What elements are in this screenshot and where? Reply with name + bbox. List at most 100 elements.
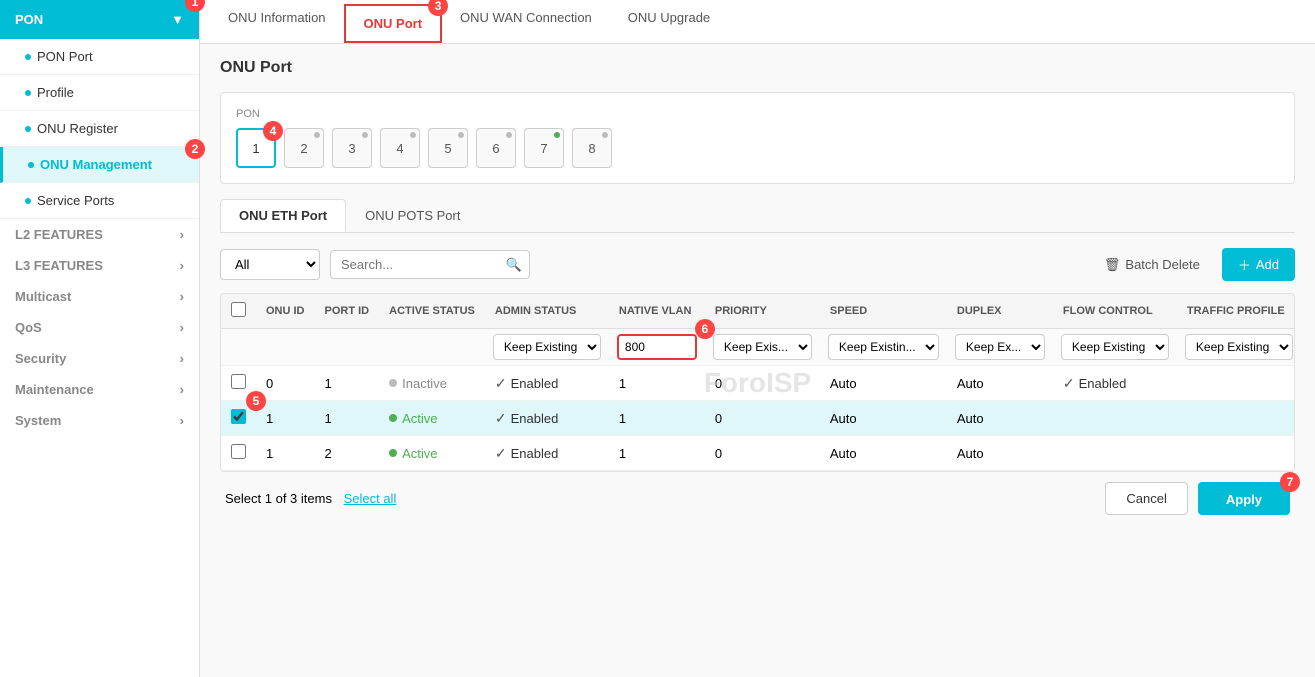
filter-onu-id — [256, 329, 315, 366]
duplex-filter[interactable]: Keep Ex... — [955, 334, 1045, 360]
tab-onu-wan[interactable]: ONU WAN Connection — [442, 0, 610, 43]
sub-tab-eth-label: ONU ETH Port — [239, 208, 327, 223]
pon-port-3-status-dot — [362, 132, 368, 138]
row0-checkbox[interactable] — [231, 374, 246, 389]
row2-admin-status-text: Enabled — [511, 446, 559, 461]
dot-icon — [28, 162, 34, 168]
tab-onu-information-label: ONU Information — [228, 10, 326, 25]
row1-port-id: 1 — [315, 401, 380, 436]
table-footer: Select 1 of 3 items Select all Cancel Ap… — [220, 472, 1295, 515]
table-header-row: ONU ID PORT ID ACTIVE STATUS ADMIN STATU… — [221, 294, 1295, 329]
row0-flow-check: ✓ Enabled — [1063, 375, 1167, 392]
sidebar-section-security[interactable]: Security › — [0, 343, 199, 374]
pon-port-1[interactable]: 1 4 — [236, 128, 276, 168]
sidebar-header[interactable]: PON ▼ 1 — [0, 0, 199, 39]
sidebar-item-profile[interactable]: Profile — [0, 75, 199, 111]
apply-label: Apply — [1226, 492, 1262, 507]
priority-filter[interactable]: Keep Exis... — [713, 334, 812, 360]
row0-speed: Auto — [820, 366, 947, 401]
sidebar-label-onu-register: ONU Register — [37, 121, 118, 136]
row2-duplex: Auto — [947, 436, 1053, 471]
select-all-link[interactable]: Select all — [344, 491, 397, 506]
row2-admin-status-check: ✓ Enabled — [495, 445, 599, 462]
pon-port-8[interactable]: 8 — [572, 128, 612, 168]
pon-port-2[interactable]: 2 — [284, 128, 324, 168]
filter-row: Keep Existing 6 Keep Exis... — [221, 329, 1295, 366]
tab-bar: ONU Information ONU Port 3 ONU WAN Conne… — [200, 0, 1315, 44]
chevron-right-icon: › — [180, 289, 184, 304]
sidebar-section-maintenance[interactable]: Maintenance › — [0, 374, 199, 405]
row1-priority: 0 — [705, 401, 820, 436]
pon-port-7-num: 7 — [540, 141, 547, 156]
search-input[interactable] — [330, 250, 530, 279]
table-row: 1 2 Active ✓ Enabled — [221, 436, 1295, 471]
tab-onu-port[interactable]: ONU Port 3 — [344, 4, 443, 43]
pon-port-8-num: 8 — [588, 141, 595, 156]
checkmark-icon: ✓ — [495, 445, 507, 462]
chevron-right-icon: › — [180, 320, 184, 335]
dot-icon — [25, 126, 31, 132]
toolbar: All 🔍 🗑 Batch Delete ＋ Add — [220, 248, 1295, 281]
flow-control-filter[interactable]: Keep Existing — [1061, 334, 1169, 360]
select-info-text: Select 1 of 3 items — [225, 491, 332, 506]
sidebar-expand-icon: ▼ — [171, 12, 184, 27]
row0-admin-status: ✓ Enabled — [485, 366, 609, 401]
col-traffic-profile: TRAFFIC PROFILE — [1177, 294, 1295, 329]
filter-admin-status: Keep Existing — [485, 329, 609, 366]
sidebar-item-onu-management[interactable]: ONU Management 2 — [0, 147, 199, 183]
table-container: ForoISP ONU ID PORT ID ACTIVE STATUS ADM… — [220, 293, 1295, 472]
pon-port-5[interactable]: 5 — [428, 128, 468, 168]
col-checkbox — [221, 294, 256, 329]
row2-checkbox[interactable] — [231, 444, 246, 459]
sidebar-item-onu-register[interactable]: ONU Register — [0, 111, 199, 147]
tab-onu-information[interactable]: ONU Information — [210, 0, 344, 43]
select-all-checkbox[interactable] — [231, 302, 246, 317]
sidebar-section-system[interactable]: System › — [0, 405, 199, 436]
traffic-profile-filter[interactable]: Keep Existing — [1185, 334, 1293, 360]
annotation-badge-7: 7 — [1280, 472, 1300, 492]
cancel-button[interactable]: Cancel — [1105, 482, 1187, 515]
admin-status-filter[interactable]: Keep Existing — [493, 334, 601, 360]
search-icon: 🔍 — [506, 257, 522, 273]
sidebar-section-l3-label: L3 FEATURES — [15, 258, 103, 273]
pon-port-3[interactable]: 3 — [332, 128, 372, 168]
tab-onu-upgrade[interactable]: ONU Upgrade — [610, 0, 728, 43]
row2-active-status: Active — [379, 436, 485, 471]
row1-flow-control — [1053, 401, 1177, 436]
pon-port-7[interactable]: 7 — [524, 128, 564, 168]
pon-port-7-status-dot — [554, 132, 560, 138]
pon-port-2-status-dot — [314, 132, 320, 138]
sidebar-section-l2[interactable]: L2 FEATURES › — [0, 219, 199, 250]
sidebar-label-pon-port: PON Port — [37, 49, 93, 64]
content-area: ONU Port PON 1 4 2 3 4 — [200, 44, 1315, 677]
col-priority: PRIORITY — [705, 294, 820, 329]
speed-filter[interactable]: Keep Existin... — [828, 334, 939, 360]
row1-checkbox[interactable] — [231, 409, 246, 424]
checkmark-icon: ✓ — [1063, 375, 1075, 392]
pon-port-6[interactable]: 6 — [476, 128, 516, 168]
row0-duplex: Auto — [947, 366, 1053, 401]
pon-port-4[interactable]: 4 — [380, 128, 420, 168]
chevron-right-icon: › — [180, 413, 184, 428]
native-vlan-input[interactable] — [617, 334, 697, 360]
annotation-badge-2: 2 — [185, 139, 205, 159]
annotation-badge-6: 6 — [695, 319, 715, 339]
sidebar-section-qos[interactable]: QoS › — [0, 312, 199, 343]
sub-tab-eth-port[interactable]: ONU ETH Port — [220, 199, 346, 232]
batch-delete-button[interactable]: 🗑 Batch Delete — [1092, 251, 1212, 279]
batch-delete-label: Batch Delete — [1125, 257, 1199, 272]
checkmark-icon: ✓ — [495, 410, 507, 427]
add-button[interactable]: ＋ Add — [1222, 248, 1295, 281]
apply-button[interactable]: Apply 7 — [1198, 482, 1290, 515]
status-dot-icon — [389, 379, 397, 387]
sub-tab-pots-port[interactable]: ONU POTS Port — [346, 199, 479, 232]
row0-status-indicator: Inactive — [389, 376, 475, 391]
sidebar-section-l3[interactable]: L3 FEATURES › — [0, 250, 199, 281]
row2-status-text: Active — [402, 446, 437, 461]
sidebar-item-service-ports[interactable]: Service Ports — [0, 183, 199, 219]
pon-port-5-num: 5 — [444, 141, 451, 156]
sidebar-section-multicast[interactable]: Multicast › — [0, 281, 199, 312]
filter-dropdown[interactable]: All — [220, 249, 320, 280]
sidebar-item-pon-port[interactable]: PON Port — [0, 39, 199, 75]
row0-status-text: Inactive — [402, 376, 447, 391]
